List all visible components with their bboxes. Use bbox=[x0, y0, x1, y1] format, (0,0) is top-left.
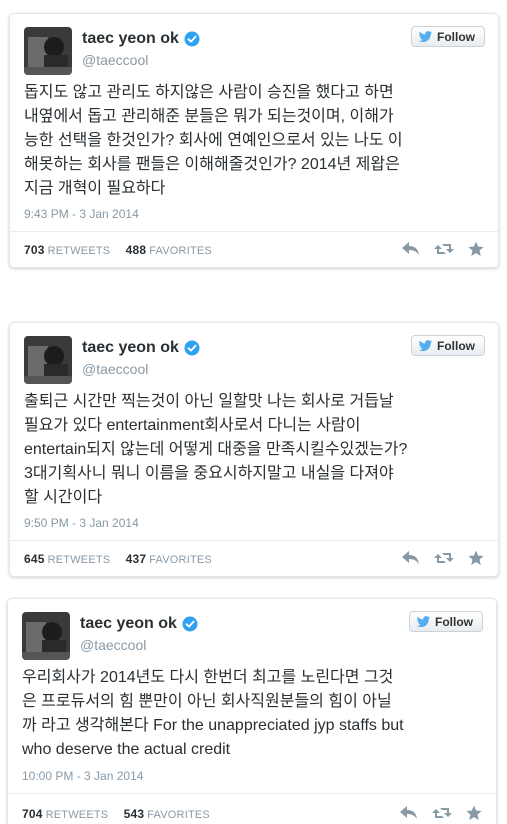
favorite-count-label[interactable]: FAVORITES bbox=[149, 245, 212, 257]
user-handle[interactable]: @taeccool bbox=[82, 361, 148, 377]
retweet-icon[interactable] bbox=[434, 242, 454, 256]
star-icon[interactable] bbox=[466, 805, 482, 821]
retweet-count-label[interactable]: RETWEETS bbox=[48, 554, 111, 566]
twitter-bird-icon bbox=[418, 30, 433, 42]
follow-label: Follow bbox=[435, 614, 473, 629]
star-icon[interactable] bbox=[468, 241, 484, 257]
reply-icon[interactable] bbox=[402, 242, 420, 256]
tweet-card: taec yeon ok @taeccool Follow 우리회사가 2014… bbox=[7, 598, 497, 824]
tweet-text: 출퇴근 시간만 찍는것이 아닌 일할맛 나는 회사로 거듭날 필요가 있다 en… bbox=[24, 393, 408, 506]
reply-icon[interactable] bbox=[402, 551, 420, 565]
reply-icon[interactable] bbox=[400, 806, 418, 820]
display-name[interactable]: taec yeon ok bbox=[82, 339, 200, 357]
tweet-timestamp[interactable]: 10:00 PM - 3 Jan 2014 bbox=[22, 769, 143, 783]
retweet-icon[interactable] bbox=[434, 551, 454, 565]
avatar[interactable] bbox=[24, 27, 72, 75]
retweet-count[interactable]: 704 bbox=[22, 807, 43, 821]
display-name-text[interactable]: taec yeon ok bbox=[82, 30, 179, 48]
tweet-card: taec yeon ok @taeccool Follow 돕지도 않고 관리도… bbox=[9, 13, 499, 268]
display-name-text[interactable]: taec yeon ok bbox=[82, 339, 179, 357]
retweet-count-label[interactable]: RETWEETS bbox=[48, 245, 111, 257]
retweet-count[interactable]: 645 bbox=[24, 552, 45, 566]
tweet-card: taec yeon ok @taeccool Follow 출퇴근 시간만 찍는… bbox=[9, 322, 499, 577]
tweet-stats: 703 RETWEETS 488 FAVORITES bbox=[24, 243, 224, 257]
verified-badge-icon bbox=[184, 340, 200, 356]
display-name[interactable]: taec yeon ok bbox=[82, 30, 200, 48]
verified-badge-icon bbox=[182, 616, 198, 632]
tweet-timestamp[interactable]: 9:50 PM - 3 Jan 2014 bbox=[24, 516, 139, 530]
follow-label: Follow bbox=[437, 29, 475, 44]
tweet-timestamp[interactable]: 9:43 PM - 3 Jan 2014 bbox=[24, 207, 139, 221]
follow-button[interactable]: Follow bbox=[409, 611, 483, 632]
favorite-count[interactable]: 543 bbox=[124, 807, 145, 821]
user-handle[interactable]: @taeccool bbox=[80, 637, 146, 653]
verified-badge-icon bbox=[184, 31, 200, 47]
avatar[interactable] bbox=[22, 612, 70, 660]
follow-label: Follow bbox=[437, 338, 475, 353]
display-name-text[interactable]: taec yeon ok bbox=[80, 615, 177, 633]
follow-button[interactable]: Follow bbox=[411, 335, 485, 356]
retweet-icon[interactable] bbox=[432, 806, 452, 820]
twitter-bird-icon bbox=[416, 615, 431, 627]
retweet-count[interactable]: 703 bbox=[24, 243, 45, 257]
favorite-count[interactable]: 488 bbox=[126, 243, 147, 257]
tweet-actions bbox=[402, 241, 484, 257]
favorite-count[interactable]: 437 bbox=[126, 552, 147, 566]
tweet-stats: 704 RETWEETS 543 FAVORITES bbox=[22, 807, 222, 821]
tweet-actions bbox=[400, 805, 482, 821]
tweet-text: 돕지도 않고 관리도 하지않은 사람이 승진을 했다고 하면 내옆에서 돕고 관… bbox=[24, 84, 403, 197]
tweet-stats: 645 RETWEETS 437 FAVORITES bbox=[24, 552, 224, 566]
divider bbox=[8, 793, 496, 794]
divider bbox=[10, 231, 498, 232]
twitter-bird-icon bbox=[418, 339, 433, 351]
favorite-count-label[interactable]: FAVORITES bbox=[149, 554, 212, 566]
tweet-actions bbox=[402, 550, 484, 566]
follow-button[interactable]: Follow bbox=[411, 26, 485, 47]
divider bbox=[10, 540, 498, 541]
avatar[interactable] bbox=[24, 336, 72, 384]
display-name[interactable]: taec yeon ok bbox=[80, 615, 198, 633]
tweet-text: 우리회사가 2014년도 다시 한번더 최고를 노린다면 그것 은 프로듀서의 … bbox=[22, 669, 404, 758]
favorite-count-label[interactable]: FAVORITES bbox=[147, 809, 210, 821]
retweet-count-label[interactable]: RETWEETS bbox=[46, 809, 109, 821]
star-icon[interactable] bbox=[468, 550, 484, 566]
user-handle[interactable]: @taeccool bbox=[82, 52, 148, 68]
